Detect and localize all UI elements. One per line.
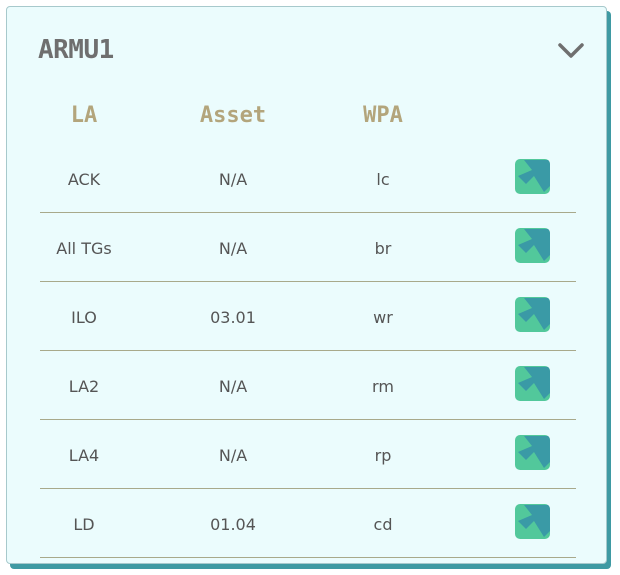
table-row: ILO 03.01 wr (40, 282, 576, 351)
open-row-button[interactable] (515, 159, 550, 194)
cell-wpa: cd (373, 515, 393, 534)
cell-asset: 01.04 (210, 515, 256, 534)
open-arrow-icon (518, 436, 550, 468)
card-title: ARMU1 (38, 35, 114, 65)
open-arrow-icon (518, 298, 550, 330)
table-body: ACK N/A lc All TGs N/A br ILO 03.01 wr LA2 N/A rm LA… (40, 144, 576, 558)
cell-wpa: rp (374, 446, 392, 465)
open-row-button[interactable] (515, 504, 550, 539)
open-arrow-icon (518, 229, 550, 261)
table-row: ACK N/A lc (40, 144, 576, 213)
chevron-down-icon (558, 43, 584, 58)
column-header-wpa: WPA (363, 103, 403, 128)
table-row: All TGs N/A br (40, 213, 576, 282)
cell-asset: N/A (218, 377, 248, 396)
table-row: LD 01.04 cd (40, 489, 576, 558)
column-header-asset: Asset (199, 103, 267, 128)
cell-wpa: rm (372, 377, 394, 396)
open-row-button[interactable] (515, 366, 550, 401)
cell-asset: N/A (218, 446, 248, 465)
open-arrow-icon (518, 367, 550, 399)
cell-wpa: lc (376, 170, 390, 189)
cell-la: All TGs (56, 239, 112, 258)
cell-wpa: br (374, 239, 392, 258)
open-arrow-icon (518, 505, 550, 537)
cell-la: ILO (71, 308, 97, 327)
open-row-button[interactable] (515, 435, 550, 470)
armu-card: ARMU1 LA Asset WPA ACK N/A lc All TGs N/A br I… (6, 6, 607, 564)
cell-asset: 03.01 (210, 308, 256, 327)
cell-asset: N/A (218, 170, 248, 189)
column-header-la: LA (70, 103, 98, 128)
cell-la: LA4 (68, 446, 100, 465)
cell-la: LA2 (68, 377, 100, 396)
collapse-button[interactable] (555, 37, 587, 65)
cell-wpa: wr (373, 308, 393, 327)
open-row-button[interactable] (515, 297, 550, 332)
open-arrow-icon (518, 160, 550, 192)
table-row: LA2 N/A rm (40, 351, 576, 420)
cell-la: LD (73, 515, 95, 534)
cell-asset: N/A (218, 239, 248, 258)
cell-la: ACK (67, 170, 101, 189)
table-row: LA4 N/A rp (40, 420, 576, 489)
open-row-button[interactable] (515, 228, 550, 263)
